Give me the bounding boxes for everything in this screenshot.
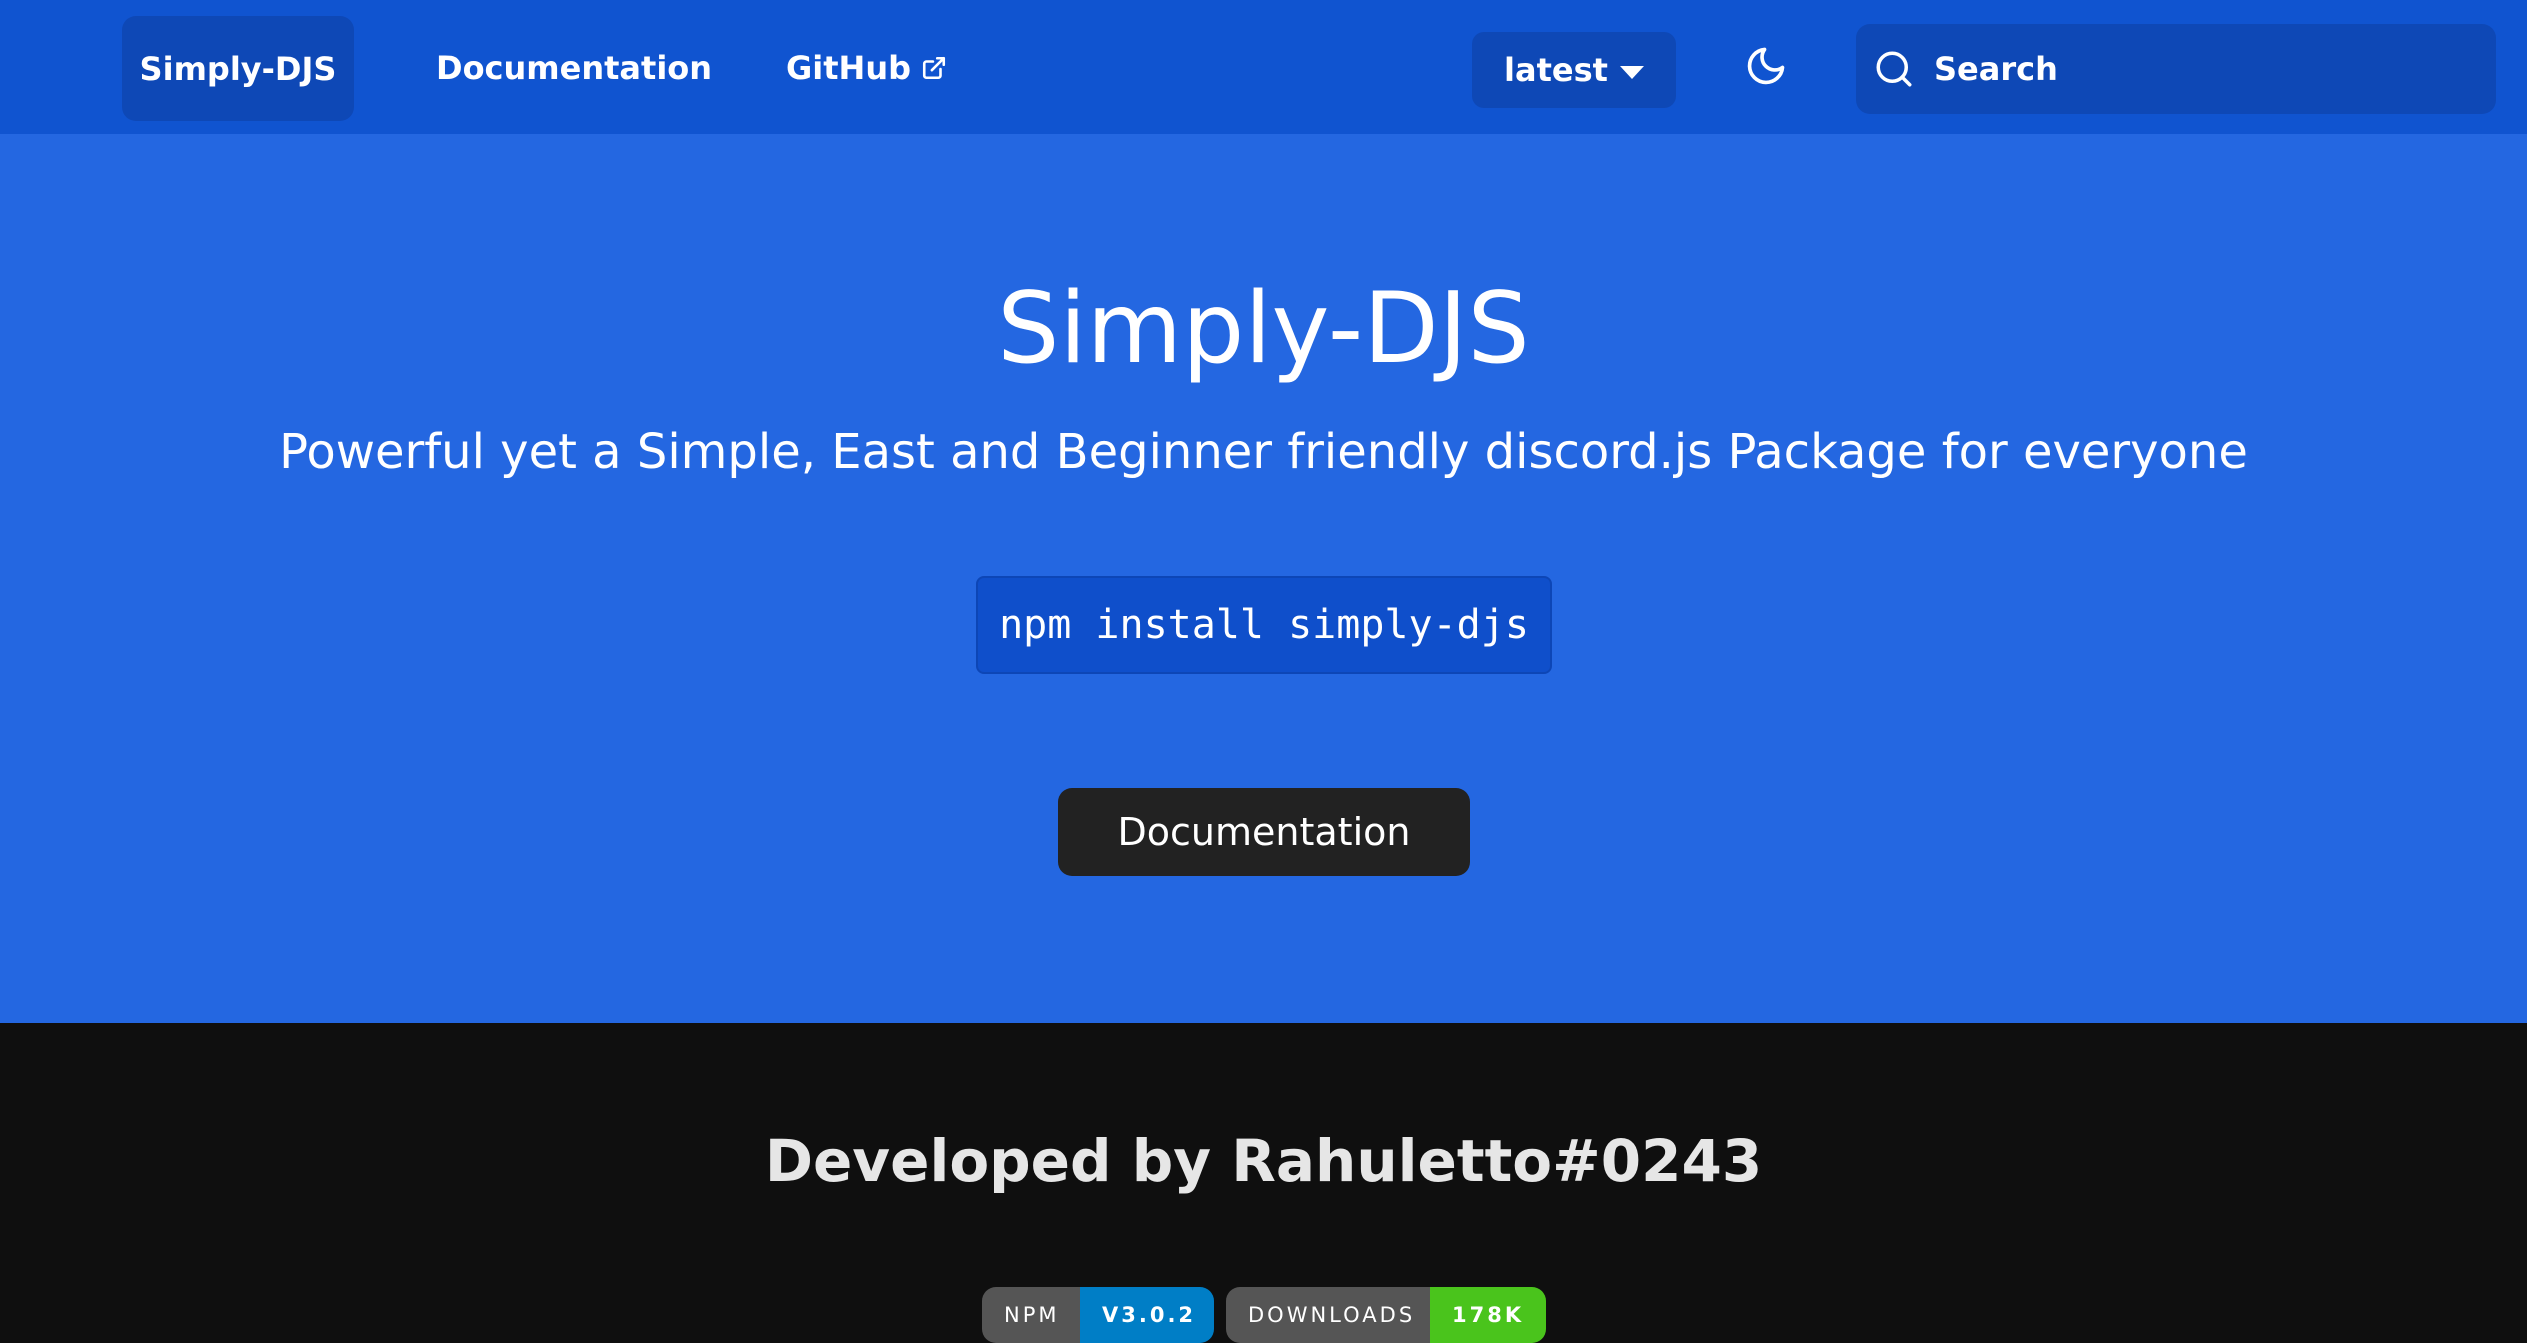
documentation-button[interactable]: Documentation [1058,788,1470,876]
search-icon [1872,47,1916,91]
search-bar[interactable] [1856,24,2496,114]
nav-github-link[interactable]: GitHub [786,36,947,100]
theme-toggle-button[interactable] [1740,40,1792,96]
nav-documentation-link[interactable]: Documentation [436,36,712,100]
npm-version-badge[interactable]: NPM V3.0.2 [982,1287,1214,1343]
hero-section: Simply-DJS Powerful yet a Simple, East a… [0,134,2527,1023]
external-link-icon [921,55,947,81]
nav-documentation-label: Documentation [436,49,713,87]
version-label: latest [1504,51,1608,89]
nav-github-label: GitHub [786,49,911,87]
badge-value: 178K [1430,1287,1546,1343]
hero-subtitle: Powerful yet a Simple, East and Beginner… [279,424,2248,480]
search-input[interactable] [1932,49,2472,89]
moon-icon [1744,44,1788,92]
brand-link[interactable]: Simply-DJS [122,16,354,121]
downloads-badge[interactable]: DOWNLOADS 178K [1226,1287,1546,1343]
navbar: Simply-DJS Documentation GitHub latest [0,0,2527,134]
developer-section: Developed by Rahuletto#0243 NPM V3.0.2 D… [0,1023,2527,1343]
brand-label: Simply-DJS [139,49,337,88]
caret-down-icon [1619,65,1644,79]
documentation-button-label: Documentation [1117,810,1411,854]
badge-label: NPM [982,1287,1080,1343]
version-dropdown[interactable]: latest [1472,32,1676,108]
badge-value: V3.0.2 [1080,1287,1214,1343]
install-command[interactable]: npm install simply-djs [976,576,1552,674]
developer-credit: Developed by Rahuletto#0243 [764,1127,1763,1195]
hero-title: Simply-DJS [997,272,1530,386]
badge-label: DOWNLOADS [1226,1287,1430,1343]
